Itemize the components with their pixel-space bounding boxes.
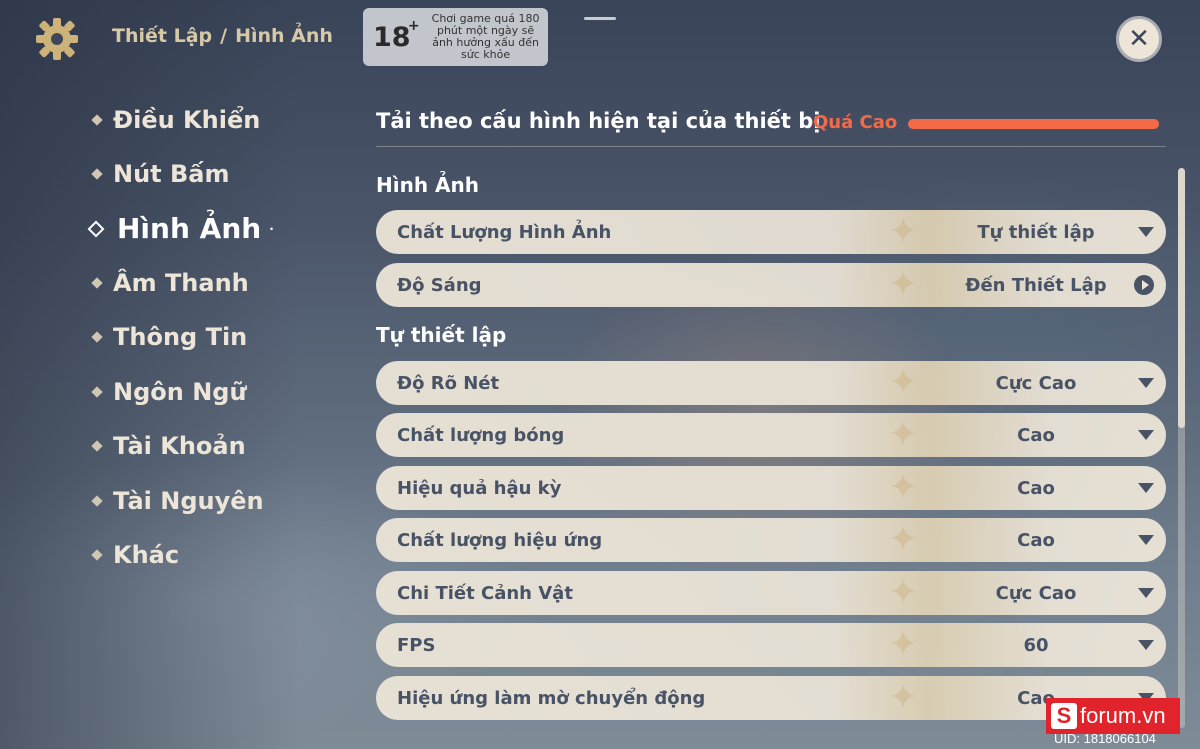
setting-label: Độ Sáng bbox=[397, 274, 482, 296]
sidebar-item-graphics[interactable]: Hình Ảnh · bbox=[87, 212, 274, 245]
star-ornament-icon: ✦ bbox=[888, 572, 919, 613]
setting-value: Đến Thiết Lập bbox=[965, 274, 1107, 296]
setting-value: Cực Cao bbox=[995, 372, 1077, 394]
scrollbar-thumb[interactable] bbox=[1178, 168, 1185, 428]
bullet-icon bbox=[91, 440, 103, 452]
bullet-icon bbox=[91, 495, 103, 507]
setting-label: Hiệu quả hậu kỳ bbox=[397, 477, 562, 499]
setting-value: Tự thiết lập bbox=[977, 221, 1095, 243]
close-button[interactable]: ✕ bbox=[1116, 16, 1162, 62]
star-ornament-icon: ✦ bbox=[888, 211, 919, 252]
sidebar-item-language[interactable]: Ngôn Ngữ bbox=[90, 378, 247, 406]
bullet-icon bbox=[91, 114, 103, 126]
star-ornament-icon: ✦ bbox=[888, 362, 919, 403]
age-rating-badge: 18 + bbox=[373, 17, 420, 53]
setting-value: Cao bbox=[1017, 424, 1055, 446]
setting-row-graphics-quality[interactable]: ✦ Chất Lượng Hình Ảnh Tự thiết lập bbox=[376, 210, 1166, 254]
section-title-custom: Tự thiết lập bbox=[376, 323, 507, 347]
divider bbox=[376, 146, 1166, 147]
star-ornament-icon: ✦ bbox=[888, 519, 919, 560]
setting-value: Cao bbox=[1017, 477, 1055, 499]
setting-row-render-resolution[interactable]: ✦ Độ Rõ Nét Cực Cao bbox=[376, 361, 1166, 405]
setting-label: Chất lượng bóng bbox=[397, 424, 565, 446]
setting-label: Hiệu ứng làm mờ chuyển động bbox=[397, 687, 706, 709]
watermark-text: forum.vn bbox=[1080, 703, 1166, 728]
device-load-bar bbox=[908, 119, 1159, 129]
sidebar-item-other[interactable]: Khác bbox=[90, 541, 179, 569]
star-ornament-icon: ✦ bbox=[888, 624, 919, 665]
close-icon: ✕ bbox=[1128, 24, 1150, 54]
setting-value: Cao bbox=[1017, 529, 1055, 551]
sidebar-item-account[interactable]: Tài Khoản bbox=[90, 432, 246, 460]
bullet-icon bbox=[91, 331, 103, 343]
setting-label: FPS bbox=[397, 634, 436, 656]
settings-scrollbar[interactable] bbox=[1178, 168, 1185, 728]
sidebar-item-buttons[interactable]: Nút Bấm bbox=[90, 160, 230, 188]
breadcrumb-current: Hình Ảnh bbox=[235, 25, 333, 47]
setting-row-fps[interactable]: ✦ FPS 60 bbox=[376, 623, 1166, 667]
navigate-arrow-icon[interactable] bbox=[1134, 275, 1154, 295]
sparkle-icon: · bbox=[269, 221, 274, 236]
bullet-icon bbox=[91, 277, 103, 289]
dropdown-arrow-icon[interactable] bbox=[1138, 430, 1154, 440]
section-title-graphics: Hình Ảnh bbox=[376, 173, 479, 197]
device-load-status: Quá Cao bbox=[813, 112, 898, 133]
setting-label: Chi Tiết Cảnh Vật bbox=[397, 582, 573, 604]
device-load-title: Tải theo cấu hình hiện tại của thiết bị bbox=[376, 109, 821, 133]
setting-row-effects-quality[interactable]: ✦ Chất lượng hiệu ứng Cao bbox=[376, 518, 1166, 562]
age-rating-notice: 18 + Chơi game quá 180 phút một ngày sẽ ả… bbox=[363, 8, 548, 66]
setting-value: Cực Cao bbox=[995, 582, 1077, 604]
star-ornament-icon: ✦ bbox=[888, 467, 919, 508]
setting-label: Độ Rõ Nét bbox=[397, 372, 500, 394]
top-handle bbox=[584, 17, 616, 20]
watermark-letter: S bbox=[1051, 703, 1077, 729]
watermark-logo: S forum.vn bbox=[1046, 698, 1180, 734]
bullet-icon bbox=[91, 549, 103, 561]
dropdown-arrow-icon[interactable] bbox=[1138, 483, 1154, 493]
setting-label: Chất lượng hiệu ứng bbox=[397, 529, 603, 551]
setting-row-shadow-quality[interactable]: ✦ Chất lượng bóng Cao bbox=[376, 413, 1166, 457]
star-ornament-icon: ✦ bbox=[888, 677, 919, 718]
dropdown-arrow-icon[interactable] bbox=[1138, 588, 1154, 598]
star-ornament-icon: ✦ bbox=[888, 264, 919, 305]
star-ornament-icon: ✦ bbox=[888, 414, 919, 455]
sidebar-item-controls[interactable]: Điều Khiển bbox=[90, 106, 260, 134]
dropdown-arrow-icon[interactable] bbox=[1138, 227, 1154, 237]
dropdown-arrow-icon[interactable] bbox=[1138, 535, 1154, 545]
sidebar-item-resources[interactable]: Tài Nguyên bbox=[90, 487, 264, 515]
bullet-icon bbox=[91, 168, 103, 180]
breadcrumb: Thiết Lập / Hình Ảnh bbox=[112, 25, 333, 47]
device-load-bar-fill bbox=[908, 119, 1159, 129]
gear-icon bbox=[36, 18, 78, 60]
setting-row-post-processing[interactable]: ✦ Hiệu quả hậu kỳ Cao bbox=[376, 466, 1166, 510]
setting-row-brightness[interactable]: ✦ Độ Sáng Đến Thiết Lập bbox=[376, 263, 1166, 307]
dropdown-arrow-icon[interactable] bbox=[1138, 378, 1154, 388]
sidebar-item-info[interactable]: Thông Tin bbox=[90, 323, 247, 351]
setting-value: 60 bbox=[1023, 634, 1049, 656]
player-uid: UID: 1818066104 bbox=[1054, 731, 1156, 746]
breadcrumb-separator: / bbox=[220, 25, 228, 47]
age-notice-text: Chơi game quá 180 phút một ngày sẽ ảnh h… bbox=[431, 12, 540, 61]
bullet-icon bbox=[91, 386, 103, 398]
setting-label: Chất Lượng Hình Ảnh bbox=[397, 221, 612, 243]
setting-row-scene-detail[interactable]: ✦ Chi Tiết Cảnh Vật Cực Cao bbox=[376, 571, 1166, 615]
sidebar-item-audio[interactable]: Âm Thanh bbox=[90, 269, 249, 297]
active-diamond-icon bbox=[87, 220, 105, 237]
breadcrumb-parent[interactable]: Thiết Lập bbox=[112, 25, 212, 47]
dropdown-arrow-icon[interactable] bbox=[1138, 640, 1154, 650]
